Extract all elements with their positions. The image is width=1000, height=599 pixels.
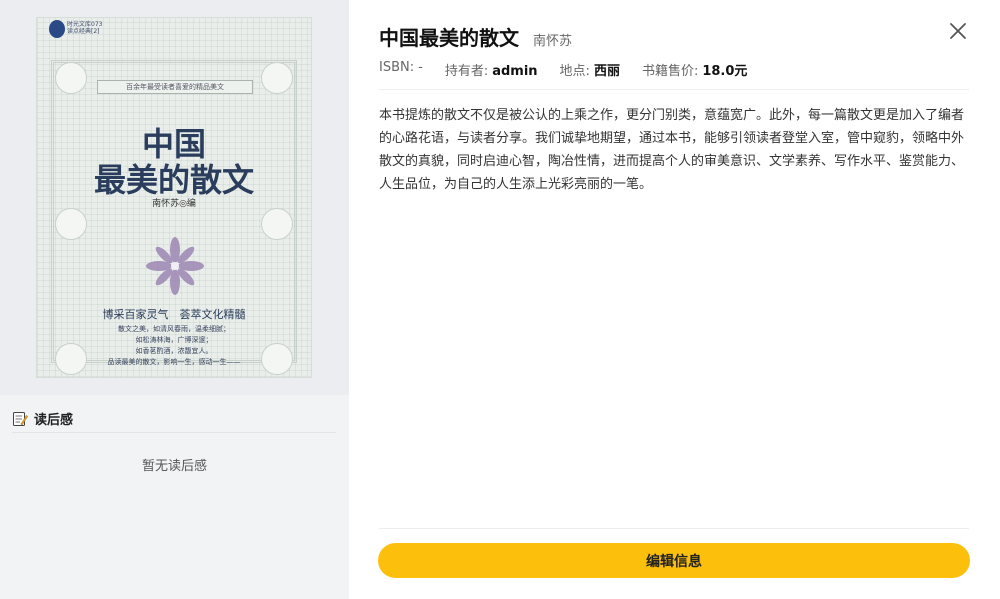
isbn-meta: ISBN: - <box>379 60 423 75</box>
memo-icon <box>13 411 28 426</box>
book-description: 本书提炼的散文不仅是被公认的上乘之作，更分门别类，意蕴宽广。此外，每一篇散文更是… <box>379 108 965 192</box>
cover-ornament <box>261 208 293 240</box>
cover-ornament <box>55 62 87 94</box>
publisher-logo <box>49 20 65 38</box>
reviews-empty-text: 暂无读后感 <box>141 459 207 474</box>
cover-series: 时光文库073 读点经典[2] <box>67 21 103 35</box>
location-meta: 地点: 西丽 <box>559 64 620 79</box>
flower-illustration <box>146 237 204 295</box>
cover-poem: 散文之美，如清风春雨，温柔细腻； 如松涛林海，广博深邃； 如香茗酌酒，浓馥宜人。… <box>107 325 241 366</box>
reviews-header: 读后感 <box>12 405 336 433</box>
left-panel: 时光文库073 读点经典[2] 百余年最受读者喜爱的精品美文 中国 最美的散文 … <box>0 0 349 599</box>
isbn-value: - <box>418 60 423 75</box>
book-cover-image: 时光文库073 读点经典[2] 百余年最受读者喜爱的精品美文 中国 最美的散文 … <box>36 17 312 378</box>
right-panel: 中国最美的散文 南怀苏 ISBN: - 持有者: admin 地点: 西丽 书籍售价:… <box>349 0 1000 599</box>
cover-slogan: 博采百家灵气 荟萃文化精髓 <box>102 308 246 321</box>
book-title: 中国最美的散文 <box>379 26 519 50</box>
owner-meta: 持有者: admin <box>444 64 538 79</box>
price-meta: 书籍售价: 18.0元 <box>641 64 748 79</box>
book-detail-modal: 时光文库073 读点经典[2] 百余年最受读者喜爱的精品美文 中国 最美的散文 … <box>0 0 1000 599</box>
cover-editor: 南怀苏◎编 <box>152 199 196 209</box>
location-value: 西丽 <box>593 64 620 79</box>
reviews-title: 读后感 <box>34 413 74 428</box>
title-row: 中国最美的散文 南怀苏 <box>379 22 572 51</box>
divider <box>379 89 969 90</box>
owner-value: admin <box>492 64 538 79</box>
cover-title: 中国 最美的散文 <box>93 125 254 199</box>
cover-ornament <box>261 62 293 94</box>
close-button[interactable] <box>947 20 969 42</box>
cover-ornament <box>55 208 87 240</box>
close-icon[interactable] <box>947 20 969 42</box>
cover-tagline: 百余年最受读者喜爱的精品美文 <box>97 80 253 94</box>
edit-info-button[interactable]: 编辑信息 <box>378 543 970 578</box>
book-author: 南怀苏 <box>533 34 573 49</box>
book-meta-row: ISBN: - 持有者: admin 地点: 西丽 书籍售价: 18.0元 <box>379 60 747 79</box>
price-value: 18.0元 <box>702 64 748 79</box>
cover-area: 时光文库073 读点经典[2] 百余年最受读者喜爱的精品美文 中国 最美的散文 … <box>0 0 349 395</box>
divider <box>379 528 969 529</box>
